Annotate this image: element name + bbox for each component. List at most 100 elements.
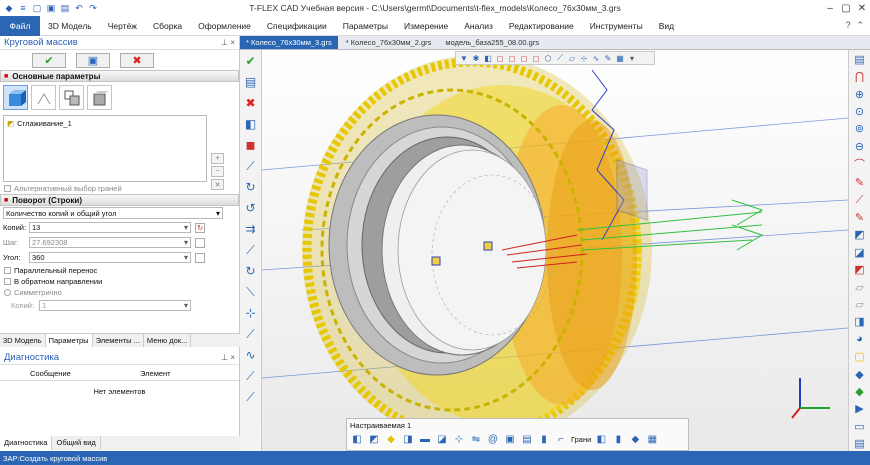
confirm-icon[interactable]: ✔: [243, 53, 259, 69]
shell-icon[interactable]: ▣: [503, 432, 517, 446]
show-edges-icon[interactable]: ✎: [852, 175, 868, 189]
edge2-icon[interactable]: ⟋: [243, 368, 259, 384]
window-icon[interactable]: ▤: [852, 52, 868, 66]
save-icon[interactable]: ▤: [59, 3, 71, 14]
pipe-icon[interactable]: ▬: [418, 432, 432, 446]
point-marker[interactable]: [483, 241, 493, 251]
tab-3d-model[interactable]: 3D Модель: [0, 334, 46, 347]
remove-element-button[interactable]: −: [211, 166, 224, 177]
rotate2-icon[interactable]: ↻: [243, 263, 259, 279]
clear-list-button[interactable]: ✕: [211, 179, 224, 190]
menu-icon[interactable]: ≡: [17, 3, 29, 14]
parameters-icon[interactable]: ▤: [243, 74, 259, 90]
material-icon[interactable]: ▢: [852, 350, 868, 364]
menu-edit[interactable]: Редактирование: [501, 21, 582, 31]
checkbox-box[interactable]: [4, 267, 11, 274]
filter-face-icon[interactable]: ◻: [495, 53, 505, 63]
filter-axis-icon[interactable]: ⟋: [555, 53, 565, 63]
cube-view-icon[interactable]: ◩: [852, 228, 868, 242]
minimize-button[interactable]: –: [822, 0, 838, 16]
menu-3d-model[interactable]: 3D Модель: [40, 21, 100, 31]
menu-analysis[interactable]: Анализ: [456, 21, 501, 31]
export-icon[interactable]: ▭: [852, 419, 868, 433]
undo-icon[interactable]: ↶: [73, 3, 85, 14]
orient-icon[interactable]: ◨: [852, 315, 868, 329]
menu-assembly[interactable]: Сборка: [145, 21, 190, 31]
ok-button[interactable]: ✔: [32, 52, 66, 68]
bend-icon[interactable]: ⌐: [554, 432, 568, 446]
tab-doc-menu[interactable]: Меню док...: [144, 334, 192, 347]
cube-icon[interactable]: ◧: [594, 432, 608, 446]
doc-tab[interactable]: * Колесо_76x30мм_2.grs: [340, 36, 438, 49]
thread-icon[interactable]: ▦: [645, 432, 659, 446]
copies-input[interactable]: 13: [29, 222, 191, 233]
filter-close-icon[interactable]: ▾: [627, 53, 637, 63]
rotate-body-icon[interactable]: ◩: [367, 432, 381, 446]
diag-pin-close[interactable]: ⊥ ×: [221, 353, 235, 362]
array-copies-icon[interactable]: [59, 85, 84, 110]
mirror-icon[interactable]: ⇋: [469, 432, 483, 446]
angle-checkbox[interactable]: [195, 252, 205, 263]
array-operations-icon[interactable]: [31, 85, 56, 110]
zoom-prev-icon[interactable]: ⊖: [852, 139, 868, 153]
col-message[interactable]: Сообщение: [0, 369, 110, 380]
checkbox-box[interactable]: [4, 185, 11, 192]
filter-op-icon[interactable]: ⬡: [543, 53, 553, 63]
filter-point-icon[interactable]: ⊹: [579, 53, 589, 63]
faces-label[interactable]: Грани: [571, 432, 591, 446]
filter-vertex-icon[interactable]: ◻: [519, 53, 529, 63]
select-solid-icon[interactable]: ◼: [243, 137, 259, 153]
cube-wire-icon[interactable]: ◩: [852, 262, 868, 276]
step-input[interactable]: 27.692308: [29, 237, 191, 248]
view-mode-icon[interactable]: ⌒: [852, 156, 868, 172]
select-bodies-icon[interactable]: ◧: [243, 116, 259, 132]
menu-measure[interactable]: Измерение: [396, 21, 456, 31]
menu-annotation[interactable]: Оформление: [190, 21, 259, 31]
filter-body-icon[interactable]: ◧: [483, 53, 493, 63]
checkbox-box[interactable]: [4, 278, 11, 285]
tab-overview[interactable]: Общий вид: [52, 436, 101, 450]
edge3-icon[interactable]: ⟋: [243, 389, 259, 405]
filter-loop-icon[interactable]: ◻: [531, 53, 541, 63]
axis2-icon[interactable]: ⟋: [243, 242, 259, 258]
color-icon[interactable]: ◕: [852, 332, 868, 346]
array-bodies-icon[interactable]: [3, 85, 28, 110]
panel-pin-close[interactable]: ⊥ ×: [221, 38, 235, 47]
col-element[interactable]: Элемент: [110, 369, 220, 380]
cancel-icon[interactable]: ✖: [243, 95, 259, 111]
zoom-icon[interactable]: ⊕: [852, 87, 868, 101]
filter-more-icon[interactable]: ▦: [615, 53, 625, 63]
cancel-button[interactable]: ✖: [120, 52, 154, 68]
light-icon[interactable]: ◆: [852, 367, 868, 381]
maximize-button[interactable]: ▢: [838, 0, 854, 16]
reverse-checkbox[interactable]: В обратном направлении: [0, 276, 239, 287]
preview-button[interactable]: ▣: [76, 52, 110, 68]
doc-tab-active[interactable]: * Колесо_76x30мм_3.grs: [240, 36, 338, 49]
copies2-input[interactable]: 1: [39, 300, 191, 311]
doc-tab[interactable]: модель_база255_08.00.grs: [439, 36, 545, 49]
cube-shade-icon[interactable]: ◪: [852, 245, 868, 259]
step-checkbox[interactable]: [195, 237, 205, 248]
magnet-icon[interactable]: ⋂: [852, 69, 868, 83]
selected-elements-list[interactable]: ◩ Сглаживание_1: [3, 115, 207, 182]
close-button[interactable]: ✕: [854, 0, 870, 16]
axis-icon[interactable]: ⟋: [243, 158, 259, 174]
3d-viewport[interactable]: [262, 50, 848, 451]
tab-parameters[interactable]: Параметры: [45, 334, 93, 347]
rotate-icon[interactable]: ↺: [243, 200, 259, 216]
edge-icon[interactable]: ⟍: [243, 284, 259, 300]
redo-icon[interactable]: ↷: [87, 3, 99, 14]
direction-icon[interactable]: ↻: [243, 179, 259, 195]
spiral-icon[interactable]: @: [486, 432, 500, 446]
drop-icon[interactable]: ◆: [628, 432, 642, 446]
boolean-icon[interactable]: ◪: [435, 432, 449, 446]
filter-plane-icon[interactable]: ▱: [567, 53, 577, 63]
main-params-section[interactable]: ■ Основные параметры: [0, 70, 239, 82]
collapse-ribbon-icon[interactable]: ⌃: [856, 20, 864, 31]
plane-icon[interactable]: ▱: [852, 280, 868, 294]
menu-specifications[interactable]: Спецификации: [259, 21, 335, 31]
cylinder-icon[interactable]: ▮: [537, 432, 551, 446]
point-marker[interactable]: [431, 256, 441, 266]
sweep-icon[interactable]: ◨: [401, 432, 415, 446]
add-element-button[interactable]: +: [211, 153, 224, 164]
